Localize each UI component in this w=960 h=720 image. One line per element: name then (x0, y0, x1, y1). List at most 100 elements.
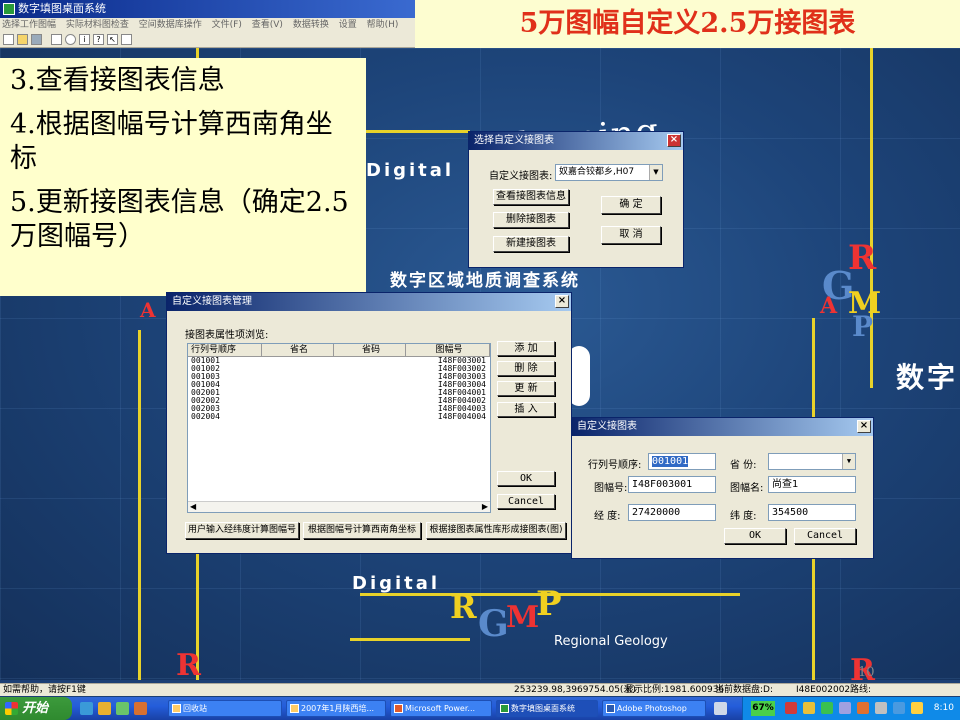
table-select-combo[interactable]: 奴嘉合铰都乡,H07 ▼ (555, 164, 663, 181)
menu-item-view[interactable]: 查看(V) (252, 20, 283, 30)
cell-province-code (334, 365, 406, 373)
taskbar-item-label: 2007年1月陕西培... (301, 704, 375, 713)
menu-item-settings[interactable]: 设置 (339, 20, 357, 30)
save-icon[interactable] (31, 34, 42, 45)
delete-button[interactable]: 删 除 (497, 361, 555, 376)
rgmp-logo-r3: R (176, 648, 201, 680)
taskbar-item-folder[interactable]: 2007年1月陕西培... (286, 700, 386, 717)
list-item[interactable]: 001002 I48F003002 (188, 365, 490, 373)
close-icon[interactable]: × (555, 295, 569, 308)
longitude-input[interactable]: 27420000 (628, 504, 716, 521)
cell-order: 001003 (191, 373, 220, 381)
shuzi-text: 数字 (896, 361, 959, 394)
province-combo[interactable]: ▼ (768, 453, 856, 470)
latitude-input[interactable]: 354500 (768, 504, 856, 521)
tray-icon-1[interactable] (785, 702, 797, 714)
attribute-list-view[interactable]: 行列号顺序 省名 省码 图幅号 001001 I48F003001 001002 I4… (187, 343, 491, 513)
print-icon[interactable] (51, 34, 62, 45)
new-table-button[interactable]: 新建接图表 (493, 236, 569, 252)
select-table-dialog: 选择自定义接图表 × 自定义接图表: 奴嘉合铰都乡,H07 ▼ 查看接图表信息 … (468, 131, 684, 268)
list-item[interactable]: 002002 I48F004002 (188, 397, 490, 405)
order-input[interactable]: 001001 (648, 453, 716, 470)
toolbar: i ? ↖ (0, 32, 415, 48)
list-item[interactable]: 001004 I48F003004 (188, 381, 490, 389)
menu-item-material-check[interactable]: 实际材料图检查 (66, 20, 129, 30)
scroll-left-icon[interactable]: ◀ (190, 502, 196, 511)
taskbar-item-powerpoint[interactable]: Microsoft Power... (390, 700, 492, 717)
undo-icon[interactable] (65, 34, 76, 45)
cell-sheet-no: I48F003004 (437, 381, 486, 389)
cell-province (262, 389, 334, 397)
tray-icon-6[interactable] (875, 702, 887, 714)
col-header-order[interactable]: 行列号顺序 (188, 344, 262, 356)
sheet-no-input[interactable]: I48F003001 (628, 476, 716, 493)
tray-icon-7[interactable] (893, 702, 905, 714)
cell-province-code (334, 381, 406, 389)
cell-province (262, 381, 334, 389)
taskbar-item-photoshop[interactable]: Adobe Photoshop (602, 700, 706, 717)
add-button[interactable]: 添 加 (497, 341, 555, 356)
list-item[interactable]: 002003 I48F004003 (188, 405, 490, 413)
calc-sw-corner-button[interactable]: 根据图幅号计算西南角坐标 (303, 522, 421, 539)
taskbar-item-recycle[interactable]: 回收站 (168, 700, 282, 717)
taskbar-item-mapping-app[interactable]: 数字填图桌面系统 (496, 700, 598, 717)
menu-item-spatial-db[interactable]: 空间数据库操作 (139, 20, 202, 30)
cell-sheet-no: I48F003003 (437, 373, 486, 381)
start-button[interactable]: 开始 (0, 697, 72, 720)
cell-province (262, 373, 334, 381)
insert-button[interactable]: 插 入 (497, 402, 555, 417)
cell-order: 002004 (191, 413, 220, 421)
tray-icon-5[interactable] (857, 702, 869, 714)
cell-order: 002003 (191, 405, 220, 413)
delete-table-button[interactable]: 删除接图表 (493, 212, 569, 228)
menu-item-file[interactable]: 文件(F) (212, 20, 242, 30)
close-icon[interactable]: × (857, 420, 871, 433)
rgmp-logo-p1: P (852, 310, 874, 343)
tray-icon-2[interactable] (803, 702, 815, 714)
view-table-button[interactable]: 查看接图表信息 (493, 189, 569, 205)
rgmp-logo-r2: R (450, 588, 477, 626)
table-select-label: 自定义接图表: (489, 171, 553, 182)
open-folder-icon[interactable] (17, 34, 28, 45)
list-item[interactable]: 001001 I48F003001 (188, 357, 490, 365)
close-icon[interactable]: × (667, 134, 681, 147)
list-item[interactable]: 002001 I48F004001 (188, 389, 490, 397)
tray-icon-3[interactable] (821, 702, 833, 714)
list-item[interactable]: 002004 I48F004004 (188, 413, 490, 421)
volume-icon[interactable] (911, 702, 923, 714)
menu-item-select-sheet[interactable]: 选择工作图幅 (2, 20, 56, 30)
tray-icon-4[interactable] (839, 702, 851, 714)
ok-button[interactable]: OK (497, 471, 555, 486)
horizontal-scrollbar[interactable]: ◀ ▶ (188, 501, 490, 512)
col-header-province[interactable]: 省名 (262, 344, 334, 356)
app-title-bar: 数字填图桌面系统 (0, 0, 415, 18)
new-file-icon[interactable] (3, 34, 14, 45)
keyboard-icon[interactable] (714, 702, 727, 715)
help-icon[interactable]: ? (93, 34, 104, 45)
media-icon[interactable] (134, 702, 147, 715)
list-item[interactable]: 001003 I48F003003 (188, 373, 490, 381)
cancel-button[interactable]: Cancel (497, 494, 555, 509)
generate-table-button[interactable]: 根据接图表属性库形成接图表(图) (426, 522, 566, 539)
sheet-name-input[interactable]: 尚查1 (768, 476, 856, 493)
cancel-button[interactable]: Cancel (794, 528, 856, 544)
folder-icon[interactable] (98, 702, 111, 715)
menu-item-help[interactable]: 帮助(H) (367, 20, 399, 30)
col-header-province-code[interactable]: 省码 (334, 344, 406, 356)
tool-icon[interactable] (121, 34, 132, 45)
calc-sheet-from-lonlat-button[interactable]: 用户输入经纬度计算图幅号 (185, 522, 299, 539)
chevron-down-icon[interactable]: ▼ (649, 165, 662, 180)
info-icon[interactable]: i (79, 34, 90, 45)
ie-icon[interactable] (80, 702, 93, 715)
desktop-icon[interactable] (116, 702, 129, 715)
update-button[interactable]: 更 新 (497, 381, 555, 396)
chevron-down-icon[interactable]: ▼ (842, 454, 855, 469)
scroll-right-icon[interactable]: ▶ (482, 502, 488, 511)
col-header-sheet-no[interactable]: 图幅号 (406, 344, 490, 356)
ok-button[interactable]: 确 定 (601, 196, 661, 214)
cancel-button[interactable]: 取 消 (601, 226, 661, 244)
pointer-icon[interactable]: ↖ (107, 34, 118, 45)
menu-item-convert[interactable]: 数据转换 (293, 20, 329, 30)
ok-button[interactable]: OK (724, 528, 786, 544)
sheet-no-value: I48F003001 (632, 479, 693, 490)
